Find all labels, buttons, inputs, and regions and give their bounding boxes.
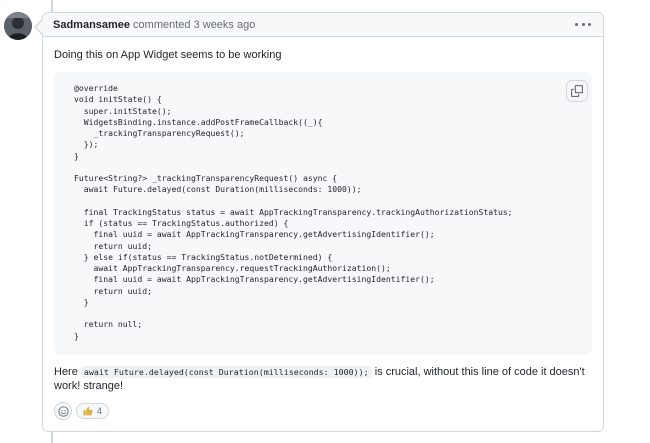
avatar-image (4, 12, 32, 40)
copy-icon (571, 85, 583, 97)
comment-timestamp[interactable]: commented 3 weeks ago (133, 19, 255, 31)
comment-header: Sadmansamee commented 3 weeks ago (43, 13, 603, 37)
comment-intro: Doing this on App Widget seems to be wor… (54, 49, 282, 61)
followup-prefix: Here (54, 366, 78, 378)
copy-button[interactable] (566, 80, 588, 102)
comment-caret-fill (36, 20, 43, 34)
comment-followup: Here await Future.delayed(const Duration… (54, 365, 592, 393)
add-reaction-button[interactable] (54, 402, 72, 420)
thumbs-up-icon (83, 406, 93, 416)
smiley-icon (57, 405, 69, 417)
inline-code: await Future.delayed(const Duration(mill… (80, 366, 372, 378)
avatar[interactable] (4, 12, 32, 40)
thumbs-up-count: 4 (97, 406, 103, 416)
comment-author[interactable]: Sadmansamee (53, 19, 130, 31)
code-content: @override void initState() { super.initS… (74, 83, 513, 341)
comment-body: Doing this on App Widget seems to be wor… (43, 37, 603, 420)
kebab-horizontal-icon[interactable] (575, 17, 591, 31)
comment-card: Sadmansamee commented 3 weeks ago Doing … (42, 12, 604, 432)
code-block: @override void initState() { super.initS… (54, 72, 592, 355)
reactions-bar: 4 (54, 402, 592, 420)
thumbs-up-reaction[interactable]: 4 (76, 403, 110, 419)
